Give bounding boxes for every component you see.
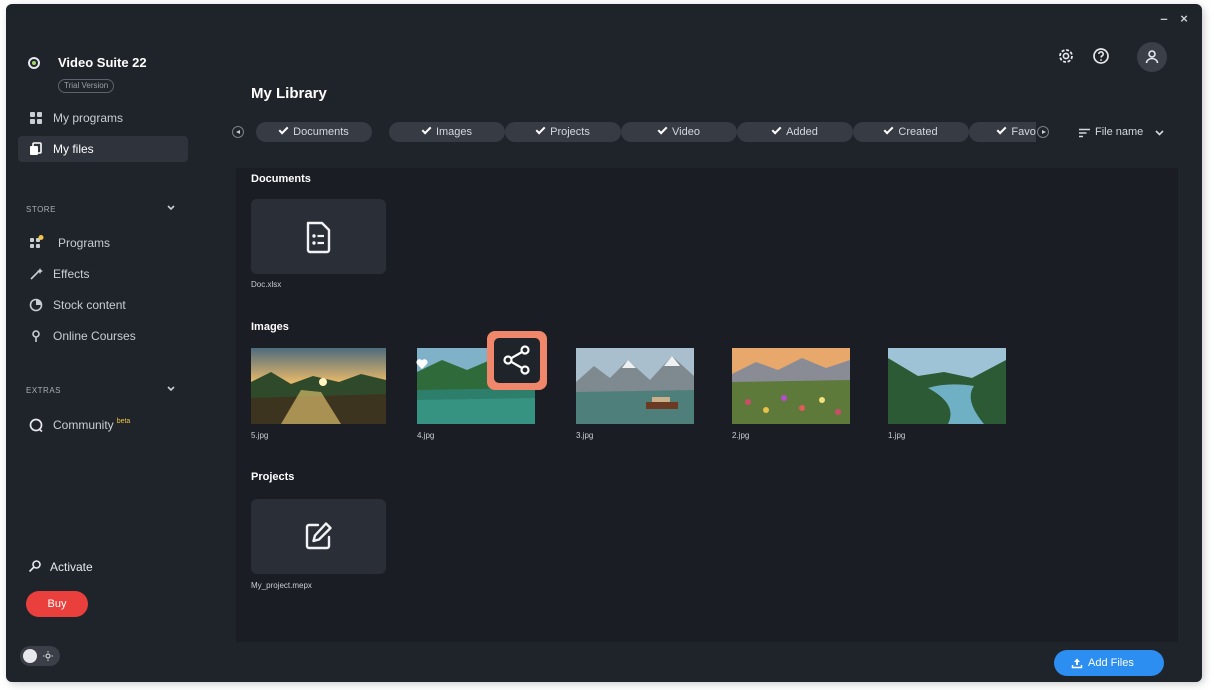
app-logo-icon xyxy=(28,57,40,69)
sun-icon xyxy=(43,651,53,661)
image-thumbnail[interactable] xyxy=(251,348,386,424)
programs-icon xyxy=(30,235,44,248)
image-3-preview xyxy=(576,348,694,424)
project-tile[interactable] xyxy=(251,499,386,574)
scroll-right-icon[interactable] xyxy=(1037,126,1049,138)
nav-online-courses-label: Online Courses xyxy=(53,329,136,343)
image-1-preview xyxy=(888,348,1006,424)
image-2-preview xyxy=(732,348,850,424)
chip-video[interactable]: Video xyxy=(621,122,737,142)
title-bar: – × xyxy=(6,4,1202,34)
gear-icon[interactable] xyxy=(1056,46,1076,66)
chip-documents[interactable]: Documents xyxy=(256,122,372,142)
nav-community[interactable]: Community beta xyxy=(18,412,188,438)
nav-my-files[interactable]: My files xyxy=(18,136,188,162)
check-icon xyxy=(657,124,668,135)
upload-icon xyxy=(1071,658,1083,669)
edit-icon xyxy=(305,522,332,550)
chip-favorites[interactable]: Favorites xyxy=(969,122,1036,142)
image-thumbnail[interactable] xyxy=(576,348,694,424)
theme-toggle[interactable] xyxy=(20,646,60,666)
help-icon[interactable] xyxy=(1091,46,1111,66)
image-file-name: 3.jpg xyxy=(576,431,594,440)
nav-my-programs-label: My programs xyxy=(53,111,124,125)
chevron-down-icon[interactable] xyxy=(166,384,176,394)
check-icon xyxy=(535,124,546,135)
projects-heading: Projects xyxy=(251,471,295,483)
chip-projects[interactable]: Projects xyxy=(505,122,621,142)
scroll-left-icon[interactable] xyxy=(232,126,244,138)
store-section-label: STORE xyxy=(26,205,56,214)
toggle-knob xyxy=(23,649,37,663)
profile-icon xyxy=(1145,50,1159,64)
chip-created[interactable]: Created xyxy=(853,122,969,142)
key-icon xyxy=(28,560,41,573)
trial-badge: Trial Version xyxy=(58,79,115,93)
beta-badge: beta xyxy=(116,418,131,425)
image-file-name: 1.jpg xyxy=(888,431,906,440)
documents-heading: Documents xyxy=(251,173,311,185)
image-thumbnail[interactable] xyxy=(888,348,1006,424)
location-pin-icon xyxy=(32,330,40,342)
check-icon xyxy=(771,124,782,135)
nav-my-programs[interactable]: My programs xyxy=(18,105,188,131)
chip-images[interactable]: Images xyxy=(389,122,505,142)
chip-added[interactable]: Added xyxy=(737,122,853,142)
document-file-name: Doc.xlsx xyxy=(251,280,282,289)
nav-community-label: Community xyxy=(53,418,114,432)
images-heading: Images xyxy=(251,321,289,333)
nav-effects[interactable]: Effects xyxy=(18,261,188,287)
sort-label: File name xyxy=(1095,126,1144,138)
activate-label: Activate xyxy=(50,560,93,574)
nav-programs[interactable]: Programs xyxy=(18,230,188,256)
check-icon xyxy=(278,124,289,135)
sidebar: Video Suite 22 Trial Version My programs… xyxy=(6,34,226,682)
effects-icon xyxy=(30,268,43,280)
stock-content-icon xyxy=(29,298,43,312)
page-title: My Library xyxy=(251,85,327,102)
community-icon xyxy=(29,418,43,433)
project-file-name: My_project.mepx xyxy=(251,581,312,590)
nav-online-courses[interactable]: Online Courses xyxy=(18,323,188,349)
check-icon xyxy=(996,124,1007,135)
heart-icon[interactable] xyxy=(415,357,429,371)
image-file-name: 2.jpg xyxy=(732,431,750,440)
apps-grid-icon xyxy=(30,112,42,124)
extras-section-label: EXTRAS xyxy=(26,386,62,395)
app-name: Video Suite 22 xyxy=(58,55,147,70)
nav-stock-content-label: Stock content xyxy=(53,298,126,312)
spreadsheet-icon xyxy=(306,221,331,254)
share-icon xyxy=(503,345,530,375)
check-icon xyxy=(883,124,894,135)
image-file-name: 4.jpg xyxy=(417,431,435,440)
chevron-down-icon[interactable] xyxy=(166,203,176,213)
nav-effects-label: Effects xyxy=(53,267,90,281)
document-tile[interactable] xyxy=(251,199,386,274)
profile-button[interactable] xyxy=(1137,42,1167,72)
image-thumbnail[interactable] xyxy=(732,348,850,424)
chevron-down-icon xyxy=(1155,130,1164,136)
nav-stock-content[interactable]: Stock content xyxy=(18,292,188,318)
check-icon xyxy=(421,124,432,135)
close-button[interactable]: × xyxy=(1177,12,1191,26)
image-file-name: 5.jpg xyxy=(251,431,269,440)
share-button[interactable] xyxy=(487,331,547,390)
add-files-button[interactable]: Add Files xyxy=(1054,650,1164,676)
minimize-button[interactable]: – xyxy=(1157,12,1171,26)
app-window: – × Video Suite 22 Trial Version My prog… xyxy=(6,4,1202,682)
add-files-label: Add Files xyxy=(1088,657,1134,669)
nav-my-files-label: My files xyxy=(53,142,94,156)
nav-programs-label: Programs xyxy=(58,236,111,250)
filter-chips: Documents Images Projects Video Added Cr… xyxy=(256,122,1036,144)
buy-button[interactable]: Buy xyxy=(26,591,88,617)
sort-icon xyxy=(1079,128,1090,138)
files-icon xyxy=(30,142,42,155)
image-5-preview xyxy=(251,348,386,424)
